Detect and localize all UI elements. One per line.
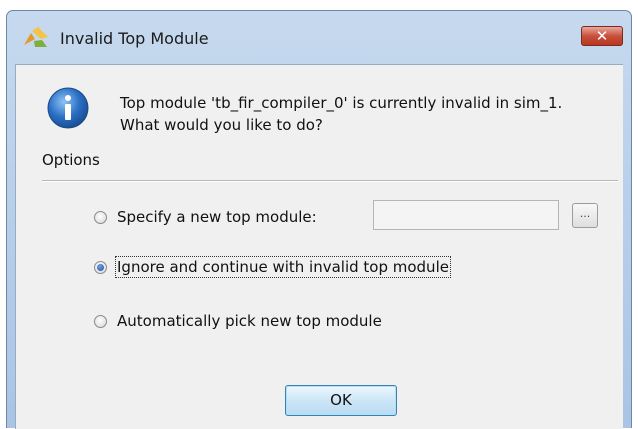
info-icon [47,87,89,129]
window-title: Invalid Top Module [60,29,209,48]
top-module-input[interactable] [373,200,559,230]
message-text: Top module 'tb_fir_compiler_0' is curren… [120,92,562,136]
radio-label-ignore[interactable]: Ignore and continue with invalid top mod… [115,256,451,278]
radio-button-selected[interactable] [94,260,107,274]
options-separator [42,180,618,182]
options-heading: Options [42,151,100,169]
radio-label-specify[interactable]: Specify a new top module: [117,208,317,226]
dialog-window: Invalid Top Module ✕ Top module 'tb_fir_… [6,10,632,429]
message-line-2: What would you like to do? [120,116,323,134]
radio-button[interactable] [94,210,107,224]
browse-button[interactable]: ... [572,203,598,228]
dialog-body: Top module 'tb_fir_compiler_0' is curren… [15,64,623,429]
app-logo-icon [24,27,48,47]
ok-button[interactable]: OK [285,385,397,416]
radio-specify-new-top[interactable]: Specify a new top module: [94,205,317,229]
radio-label-auto[interactable]: Automatically pick new top module [117,312,382,330]
radio-button[interactable] [94,314,107,328]
close-button[interactable]: ✕ [581,26,623,46]
title-bar[interactable]: Invalid Top Module ✕ [7,11,631,63]
message-line-1: Top module 'tb_fir_compiler_0' is curren… [120,94,563,112]
radio-auto-pick[interactable]: Automatically pick new top module [94,309,382,333]
radio-ignore-continue[interactable]: Ignore and continue with invalid top mod… [94,255,451,279]
